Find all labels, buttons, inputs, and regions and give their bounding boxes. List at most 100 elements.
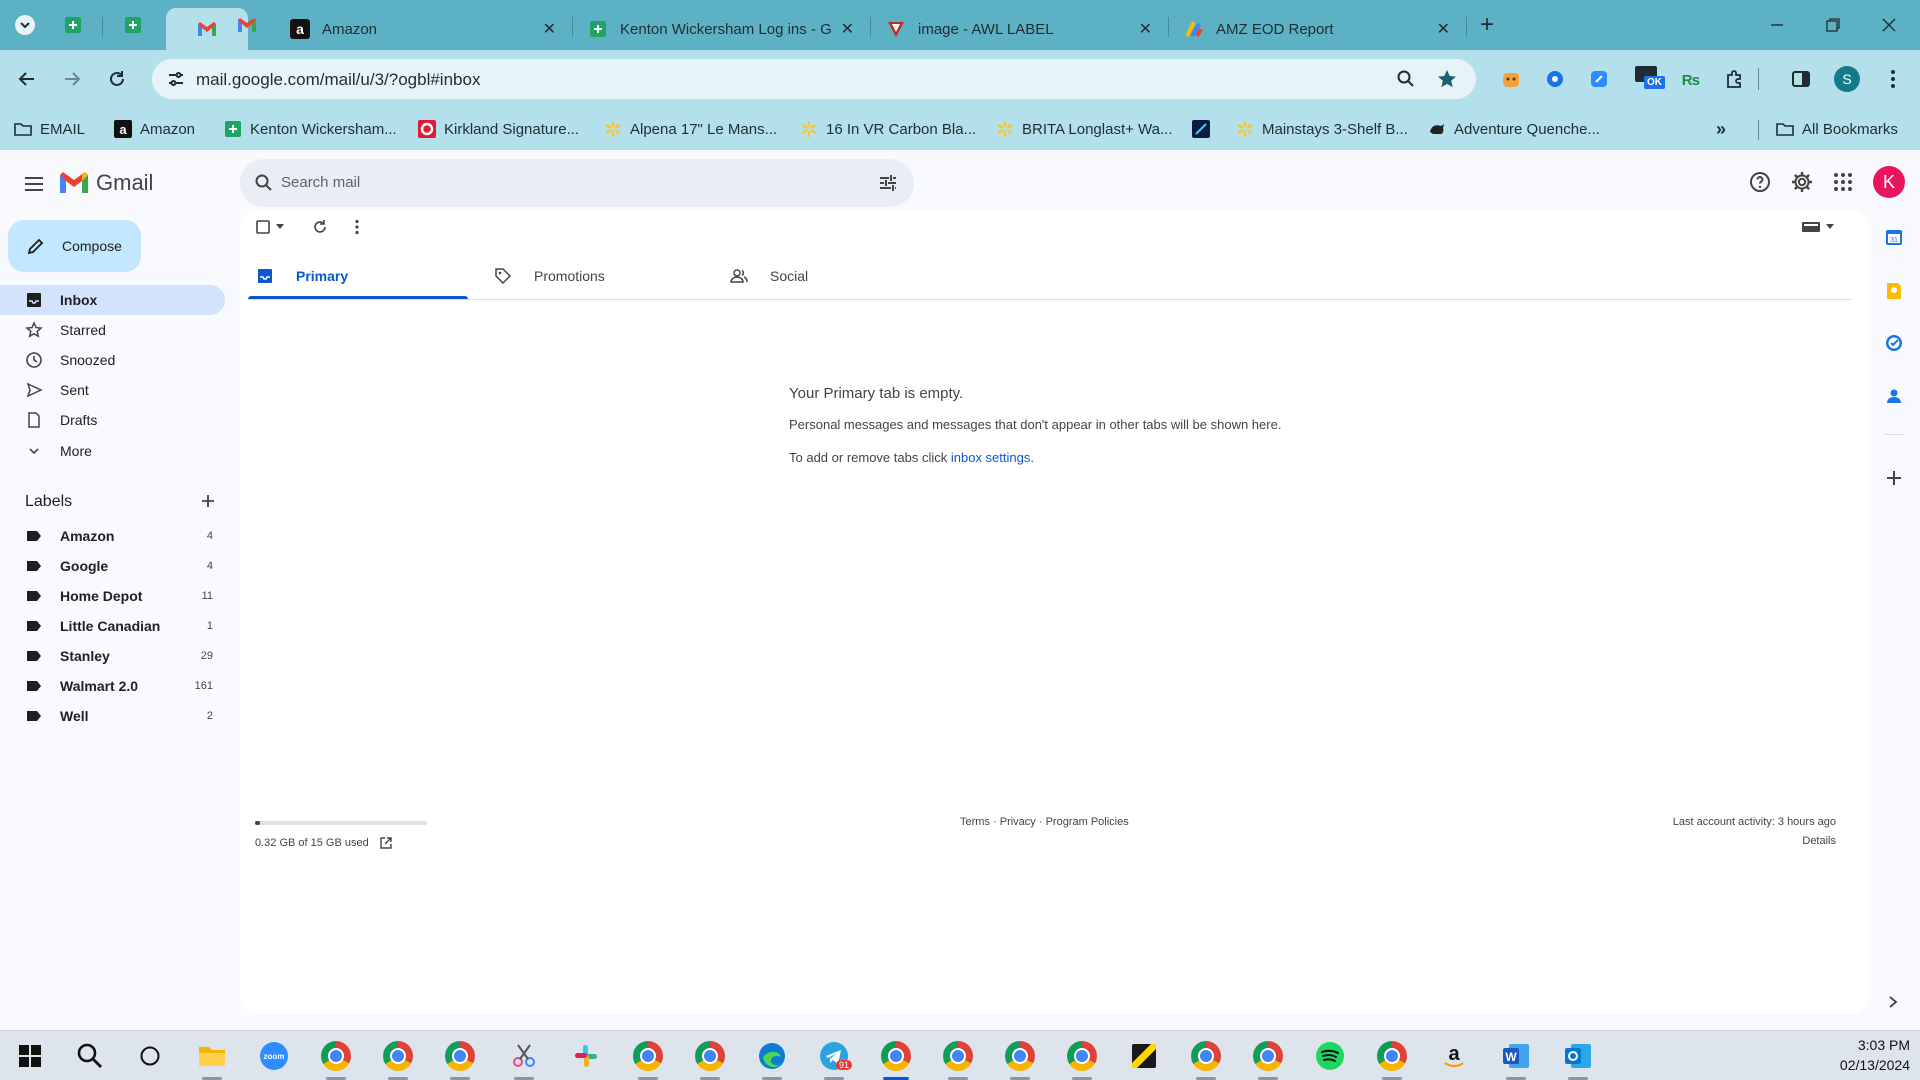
taskbar-chrome-11[interactable] (1250, 1038, 1286, 1080)
taskbar-edge[interactable] (754, 1038, 790, 1080)
bookmark-vr-carbon[interactable]: 16 In VR Carbon Bla... (800, 117, 976, 141)
extension-5[interactable]: ₨ (1676, 64, 1706, 94)
all-bookmarks[interactable]: All Bookmarks (1776, 117, 1898, 141)
label-walmart[interactable]: Walmart 2.0 161 (0, 671, 225, 701)
taskbar-chrome-6[interactable] (878, 1038, 914, 1080)
close-icon[interactable]: ✕ (543, 19, 556, 39)
nav-inbox[interactable]: Inbox (0, 285, 225, 315)
taskbar-chrome-3[interactable] (442, 1038, 478, 1080)
taskbar-chrome-7[interactable] (940, 1038, 976, 1080)
filter-options-icon[interactable] (878, 173, 898, 193)
taskbar-amazon[interactable]: a (1436, 1038, 1472, 1074)
gmail-logo[interactable]: Gmail (58, 168, 153, 198)
side-panel-button[interactable] (1786, 64, 1816, 94)
taskbar-chrome-8[interactable] (1002, 1038, 1038, 1080)
label-stanley[interactable]: Stanley 29 (0, 641, 225, 671)
taskbar-search-button[interactable] (72, 1038, 108, 1074)
chevron-right-icon[interactable] (1887, 995, 1899, 1009)
bookmark-dark-site[interactable] (1192, 117, 1218, 141)
extension-3[interactable] (1584, 64, 1614, 94)
close-icon[interactable]: ✕ (1437, 19, 1450, 39)
bookmark-kenton[interactable]: Kenton Wickersham... (224, 117, 397, 141)
details-link[interactable]: Details (1802, 835, 1836, 847)
taskbar-chrome-10[interactable] (1188, 1038, 1224, 1080)
plus-icon[interactable] (1885, 469, 1903, 487)
bookmark-alpena[interactable]: Alpena 17" Le Mans... (604, 117, 777, 141)
tab-kenton-sheet[interactable]: Kenton Wickersham Log ins - G ✕ (574, 8, 868, 50)
tab-amz-eod[interactable]: AMZ EOD Report ✕ (1170, 8, 1464, 50)
search-input[interactable]: Search mail (281, 174, 360, 191)
menu-button[interactable] (1878, 64, 1908, 94)
tab-social[interactable]: Social (730, 253, 958, 299)
pinned-tab-sheets-2[interactable] (120, 12, 146, 38)
reload-button[interactable] (102, 64, 132, 94)
taskbar-chrome-4[interactable] (630, 1038, 666, 1080)
density-toggle[interactable] (1802, 222, 1834, 232)
tab-primary[interactable]: Primary (256, 253, 484, 299)
taskbar-telegram[interactable]: 91 (816, 1038, 853, 1080)
close-window-button[interactable] (1876, 12, 1902, 38)
bookmark-star-icon[interactable] (1436, 68, 1458, 90)
calendar-icon[interactable]: 31 (1884, 227, 1904, 247)
open-in-new-icon[interactable] (379, 836, 393, 850)
tab-amazon[interactable]: a Amazon ✕ (276, 8, 570, 50)
taskbar-chrome-9[interactable] (1064, 1038, 1100, 1080)
taskbar-chrome-12[interactable] (1374, 1038, 1410, 1080)
help-icon[interactable] (1748, 170, 1772, 194)
taskbar-chrome-5[interactable] (692, 1038, 728, 1080)
account-avatar[interactable]: K (1873, 166, 1905, 198)
taskbar-outlook[interactable] (1560, 1038, 1596, 1080)
refresh-icon[interactable] (312, 219, 328, 235)
close-icon[interactable]: ✕ (1139, 19, 1152, 39)
extension-1[interactable] (1496, 64, 1526, 94)
new-tab-button[interactable]: + (1474, 11, 1500, 38)
privacy-link[interactable]: Privacy (1000, 816, 1036, 828)
taskbar-zoom[interactable]: zoom (256, 1038, 292, 1074)
nav-drafts[interactable]: Drafts (0, 405, 225, 435)
extension-4[interactable]: OK (1632, 62, 1665, 92)
label-home-depot[interactable]: Home Depot 11 (0, 581, 225, 611)
tasks-icon[interactable] (1884, 333, 1904, 353)
zoom-icon[interactable] (1396, 69, 1416, 89)
taskbar-chrome-1[interactable] (318, 1038, 354, 1080)
search-icon[interactable] (254, 173, 274, 193)
taskbar-chrome-2[interactable] (380, 1038, 416, 1080)
clock-date[interactable]: 02/13/2024 (1820, 1057, 1910, 1073)
taskbar-word[interactable]: W (1498, 1038, 1534, 1080)
bookmark-amazon[interactable]: a Amazon (114, 117, 195, 141)
site-info-icon[interactable] (166, 69, 186, 89)
tab-promotions[interactable]: Promotions (494, 253, 722, 299)
taskbar-snipping-tool[interactable] (506, 1038, 542, 1080)
bookmarks-overflow-button[interactable]: » (1716, 117, 1726, 141)
keep-icon[interactable] (1884, 281, 1904, 301)
taskbar-sticky-notes[interactable] (1126, 1038, 1162, 1074)
select-all-checkbox[interactable] (256, 220, 284, 234)
contacts-icon[interactable] (1884, 386, 1904, 406)
nav-starred[interactable]: Starred (0, 315, 225, 345)
main-menu-button[interactable] (20, 170, 48, 198)
profile-button[interactable]: S (1832, 64, 1862, 94)
bookmark-kirkland[interactable]: Kirkland Signature... (418, 117, 579, 141)
bookmark-brita[interactable]: BRITA Longlast+ Wa... (996, 117, 1172, 141)
tab-awl-label[interactable]: image - AWL LABEL ✕ (872, 8, 1166, 50)
task-view-button[interactable] (132, 1038, 168, 1074)
address-bar[interactable]: mail.google.com/mail/u/3/?ogbl#inbox (152, 59, 1476, 99)
tab-search-button[interactable] (12, 12, 38, 38)
close-icon[interactable]: ✕ (841, 19, 854, 39)
label-well[interactable]: Well 2 (0, 701, 225, 731)
plus-icon[interactable] (199, 492, 217, 510)
nav-snoozed[interactable]: Snoozed (0, 345, 225, 375)
terms-link[interactable]: Terms (960, 816, 990, 828)
apps-grid-icon[interactable] (1832, 171, 1854, 193)
inbox-settings-link[interactable]: inbox settings (951, 450, 1031, 465)
bookmark-mainstays[interactable]: Mainstays 3-Shelf B... (1236, 117, 1408, 141)
search-bar[interactable]: Search mail (240, 159, 914, 207)
label-amazon[interactable]: Amazon 4 (0, 521, 225, 551)
taskbar-slack[interactable] (568, 1038, 604, 1074)
extension-2[interactable] (1540, 64, 1570, 94)
restore-button[interactable] (1820, 12, 1846, 38)
extensions-button[interactable] (1720, 64, 1750, 94)
bookmark-adventure[interactable]: Adventure Quenche... (1428, 117, 1600, 141)
nav-sent[interactable]: Sent (0, 375, 225, 405)
start-button[interactable] (12, 1038, 48, 1074)
